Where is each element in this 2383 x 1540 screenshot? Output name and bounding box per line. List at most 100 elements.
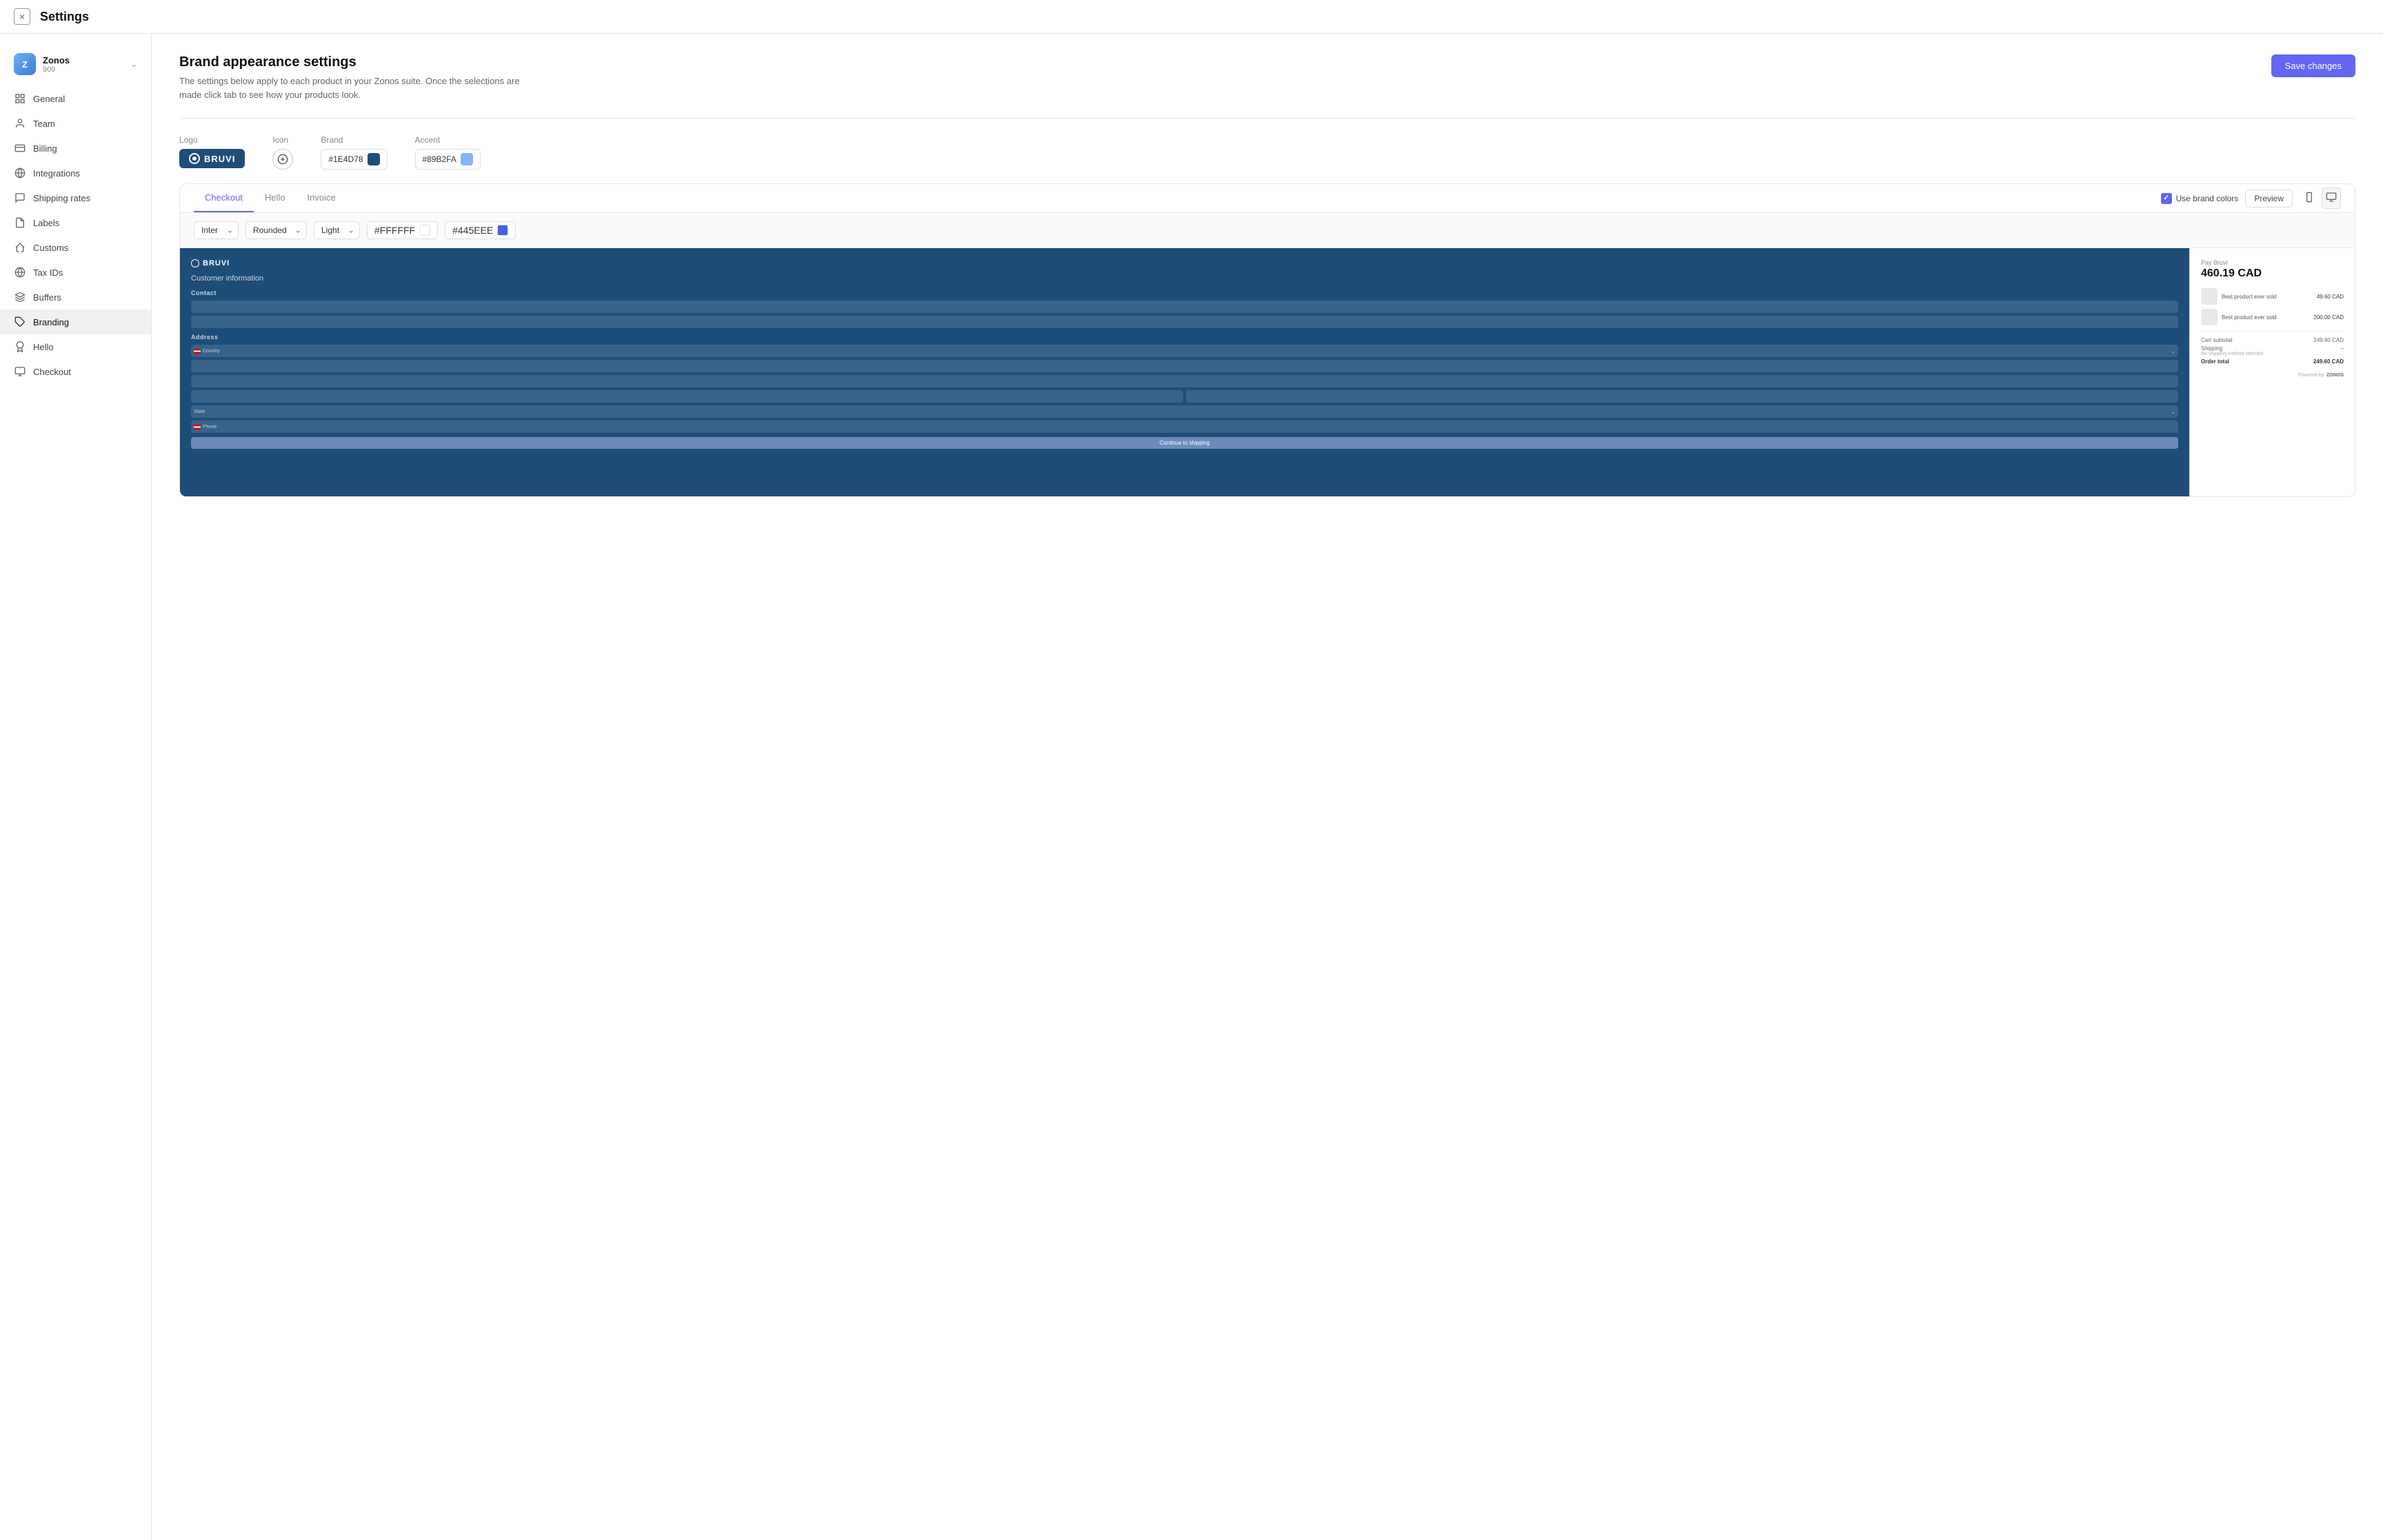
- font-select[interactable]: Inter: [194, 221, 239, 239]
- powered-by: Powered by ZONOS: [2201, 373, 2344, 378]
- logo-text: BRUVI: [204, 154, 235, 164]
- account-section: Z Zonos 909 ⌄: [0, 48, 151, 86]
- sidebar-item-shipping-rates[interactable]: Shipping rates: [0, 185, 151, 210]
- shipping-value: –: [2341, 345, 2344, 356]
- sidebar-item-branding[interactable]: Branding: [0, 310, 151, 334]
- pay-label: Pay Bruvi: [2201, 259, 2344, 266]
- desktop-device-icon[interactable]: [2322, 188, 2341, 209]
- order-summary-panel: Pay Bruvi 460.19 CAD Best product ever s…: [2189, 248, 2355, 496]
- cart-subtotal-value: 249.60 CAD: [2313, 337, 2344, 343]
- color2-preview[interactable]: #445EEE: [445, 221, 516, 239]
- sidebar-item-general[interactable]: General: [0, 86, 151, 111]
- order-total-label: Order total: [2201, 358, 2229, 365]
- checkout-icon: [14, 365, 26, 378]
- checkout-preview: BRUVI Customer information Contact Addre…: [180, 248, 2355, 496]
- rounding-select-wrapper: Rounded: [245, 221, 307, 239]
- address-section-label: Address: [191, 334, 2178, 341]
- account-info: Zonos 909: [43, 55, 130, 74]
- sidebar-item-team[interactable]: Team: [0, 111, 151, 136]
- device-icons: [2300, 188, 2341, 209]
- shipping-icon: [14, 192, 26, 204]
- sidebar-item-label: Tax IDs: [33, 267, 63, 278]
- phone-select-text: Phone: [203, 425, 217, 429]
- product-image-2: [2201, 309, 2218, 325]
- brand-color-input[interactable]: #1E4D78: [321, 149, 387, 170]
- country-flag-icon: [194, 349, 201, 354]
- tab-hello[interactable]: Hello: [254, 184, 296, 212]
- app-window: × Settings Z Zonos 909 ⌄ General: [0, 0, 2383, 1540]
- rounding-select[interactable]: Rounded: [245, 221, 307, 239]
- icon-field: Icon: [272, 135, 293, 170]
- country-select-text: Country: [203, 349, 220, 354]
- order-total-value: 249.60 CAD: [2313, 358, 2344, 365]
- product-name-2: Best product ever sold: [2222, 314, 2309, 321]
- sidebar-item-label: Team: [33, 119, 55, 129]
- accent-color-input[interactable]: #89B2FA: [415, 149, 481, 170]
- shipping-row: Shipping No shipping method selected –: [2201, 345, 2344, 356]
- checkout-form-panel: BRUVI Customer information Contact Addre…: [180, 248, 2189, 496]
- order-amount: 460.19 CAD: [2201, 267, 2344, 280]
- color1-swatch: [419, 225, 430, 236]
- labels-icon: [14, 216, 26, 229]
- email-input-preview: [191, 316, 2178, 328]
- preview-button[interactable]: Preview: [2245, 190, 2293, 207]
- sidebar-item-labels[interactable]: Labels: [0, 210, 151, 235]
- brand-color-field: Brand #1E4D78: [321, 135, 387, 170]
- sidebar-item-checkout[interactable]: Checkout: [0, 359, 151, 384]
- sidebar-item-customs[interactable]: Customs: [0, 235, 151, 260]
- tab-checkout[interactable]: Checkout: [194, 184, 254, 212]
- accent-color-label: Accent: [415, 135, 481, 145]
- title-bar: × Settings: [0, 0, 2383, 34]
- color2-hex: #445EEE: [452, 225, 493, 236]
- sidebar-item-label: Hello: [33, 342, 54, 352]
- tab-invoice[interactable]: Invoice: [296, 184, 347, 212]
- account-chevron-icon[interactable]: ⌄: [130, 59, 137, 69]
- branding-icon: [14, 316, 26, 328]
- sidebar-item-buffers[interactable]: Buffers: [0, 285, 151, 310]
- sidebar-item-tax-ids[interactable]: Tax IDs: [0, 260, 151, 285]
- cart-subtotal-row: Cart subtotal 249.60 CAD: [2201, 337, 2344, 343]
- sidebar-item-label: Billing: [33, 143, 57, 154]
- brand-colors-checkbox[interactable]: [2161, 193, 2172, 204]
- color2-swatch: [497, 225, 508, 236]
- shipping-note: No shipping method selected: [2201, 352, 2263, 356]
- order-line-info-2: Best product ever sold: [2222, 314, 2309, 321]
- brand-colors-label: Use brand colors: [2176, 194, 2239, 203]
- account-id: 909: [43, 65, 130, 74]
- theme-select[interactable]: Light: [314, 221, 360, 239]
- close-icon: ×: [19, 11, 25, 22]
- state-select-preview: State ⌄: [191, 405, 2178, 418]
- sidebar-item-label: Buffers: [33, 292, 61, 303]
- page-header: Brand appearance settings The settings b…: [179, 54, 2355, 101]
- product-name-1: Best product ever sold: [2222, 294, 2313, 300]
- sidebar-item-label: Customs: [33, 243, 68, 253]
- cart-subtotal-label: Cart subtotal: [2201, 337, 2232, 343]
- theme-select-wrapper: Light: [314, 221, 360, 239]
- tab-actions: Use brand colors Preview: [2161, 188, 2341, 209]
- preview-panel: Checkout Hello Invoice Use brand colors …: [179, 183, 2355, 497]
- sidebar-item-hello[interactable]: Hello: [0, 334, 151, 359]
- add-icon-button[interactable]: [272, 149, 293, 170]
- color1-preview[interactable]: #FFFFFF: [367, 221, 438, 239]
- use-brand-colors-toggle[interactable]: Use brand colors: [2161, 193, 2239, 204]
- sidebar-item-integrations[interactable]: Integrations: [0, 161, 151, 185]
- main-content: Brand appearance settings The settings b…: [152, 34, 2383, 1540]
- sidebar-item-billing[interactable]: Billing: [0, 136, 151, 161]
- save-changes-button[interactable]: Save changes: [2271, 54, 2355, 77]
- hello-icon: [14, 341, 26, 353]
- app-title: Settings: [40, 10, 89, 24]
- mobile-device-icon[interactable]: [2300, 188, 2319, 209]
- sidebar-item-label: Labels: [33, 218, 59, 228]
- color1-hex: #FFFFFF: [374, 225, 415, 236]
- state-chevron-icon: ⌄: [2171, 409, 2175, 415]
- continue-button-preview[interactable]: Continue to shipping: [191, 437, 2178, 449]
- icon-label: Icon: [272, 135, 293, 145]
- font-select-wrapper: Inter: [194, 221, 239, 239]
- integrations-icon: [14, 167, 26, 179]
- brand-color-label: Brand: [321, 135, 387, 145]
- accent-color-swatch: [461, 153, 473, 165]
- postal-input-preview: [1186, 390, 2178, 403]
- city-input-preview: [191, 390, 1183, 403]
- close-button[interactable]: ×: [14, 8, 30, 25]
- logo-field: Logo BRUVI: [179, 135, 245, 168]
